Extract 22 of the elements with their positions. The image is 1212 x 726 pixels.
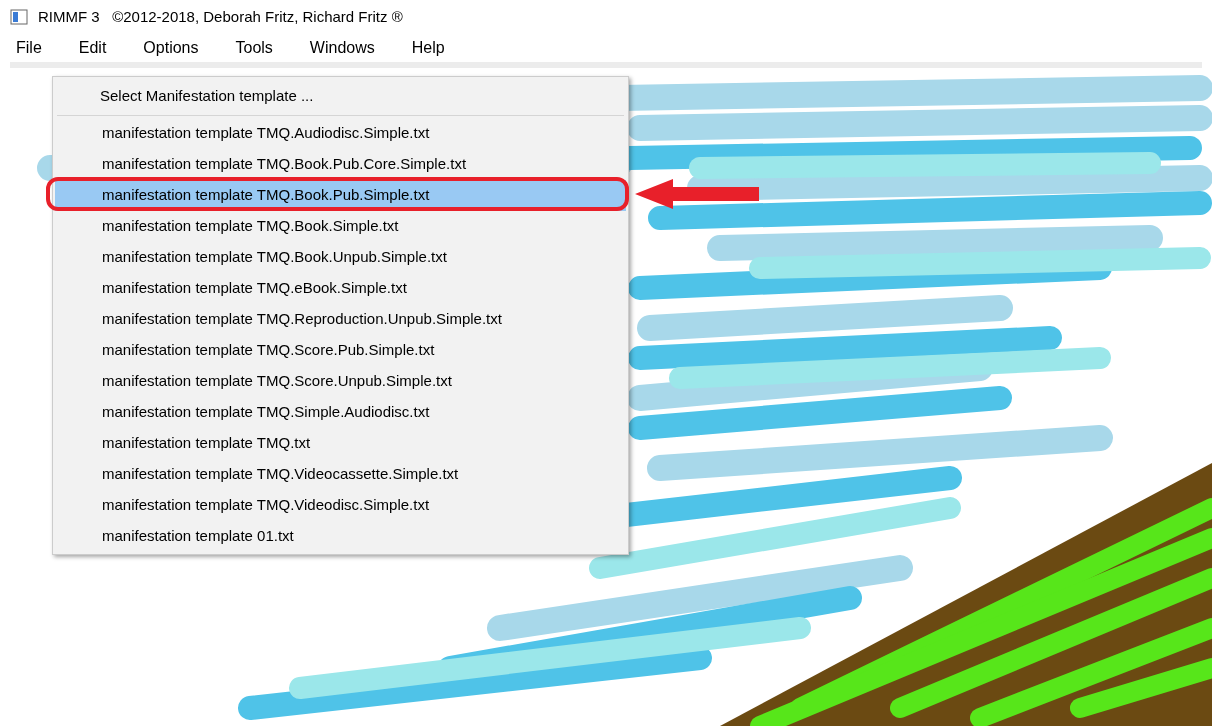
- menu-item[interactable]: manifestation template TMQ.Book.Simple.txt: [55, 211, 626, 242]
- menu-bar-item[interactable]: Help: [401, 34, 455, 62]
- menu-bar-item[interactable]: File: [6, 34, 52, 62]
- window-title: RIMMF 3 ©2012-2018, Deborah Fritz, Richard Fritz ®: [38, 6, 403, 27]
- menu-item[interactable]: manifestation template TMQ.Videodisc.Simple.txt: [55, 490, 626, 521]
- app-window-icon: [10, 9, 28, 25]
- menu-item[interactable]: manifestation template TMQ.Reproduction.Unpub.Simple.txt: [55, 304, 626, 335]
- menu-item[interactable]: manifestation template TMQ.eBook.Simple.txt: [55, 273, 626, 304]
- menu-item[interactable]: manifestation template TMQ.Score.Unpub.Simple.txt: [55, 366, 626, 397]
- menu-item[interactable]: manifestation template TMQ.Videocassette.Simple.txt: [55, 459, 626, 490]
- menu-item[interactable]: Select Manifestation template ...: [53, 79, 628, 113]
- menu-item[interactable]: manifestation template TMQ.Score.Pub.Simple.txt: [55, 335, 626, 366]
- menu-item[interactable]: manifestation template 01.txt: [55, 521, 626, 552]
- menu-bar-item[interactable]: Options: [133, 34, 209, 62]
- menu-bar-item[interactable]: Tools: [225, 34, 283, 62]
- menu-item[interactable]: manifestation template TMQ.txt: [55, 428, 626, 459]
- menu-item[interactable]: manifestation template TMQ.Book.Pub.Core.Simple.txt: [55, 149, 626, 180]
- menu-bar-item[interactable]: Edit: [68, 34, 117, 62]
- menu-item[interactable]: manifestation template TMQ.Simple.Audiodisc.txt: [55, 397, 626, 428]
- menu-item[interactable]: manifestation template TMQ.Book.Unpub.Simple.txt: [55, 242, 626, 273]
- menu-item[interactable]: manifestation template TMQ.Audiodisc.Simple.txt: [55, 118, 626, 149]
- menu-bar-item[interactable]: Windows: [299, 34, 385, 62]
